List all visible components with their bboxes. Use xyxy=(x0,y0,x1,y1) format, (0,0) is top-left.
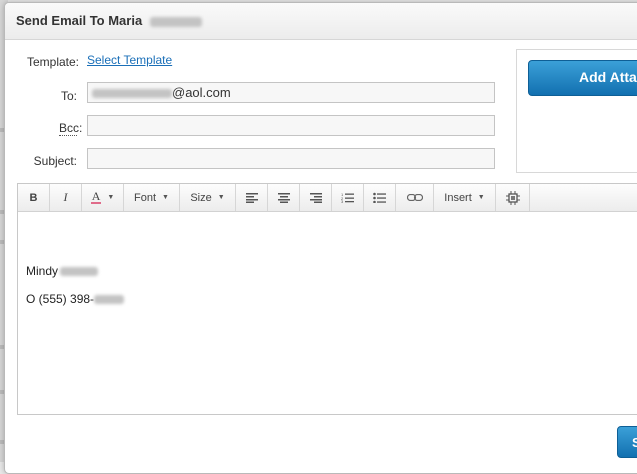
dialog-title: Send Email To Maria xyxy=(16,13,202,28)
select-template-link[interactable]: Select Template xyxy=(87,53,172,67)
to-label: To: xyxy=(60,89,77,103)
italic-icon: I xyxy=(63,190,68,204)
signature-name: Mindy xyxy=(26,264,59,278)
subject-field[interactable] xyxy=(87,148,495,169)
font-dropdown[interactable]: Font ▼ xyxy=(124,184,180,211)
redacted-phone-digits xyxy=(94,295,125,305)
insert-link-button[interactable] xyxy=(396,184,434,211)
align-right-icon xyxy=(309,192,322,203)
subject-label: Subject: xyxy=(33,154,77,168)
rich-text-editor: B I A ▼ Font ▼ Size ▼ 1 2 3 Insert ▼ Min… xyxy=(17,183,637,415)
link-icon xyxy=(406,194,423,201)
ordered-list-button[interactable]: 123 xyxy=(332,184,364,211)
source-icon xyxy=(505,190,520,205)
send-email-dialog: Send Email To Maria Template: Select Tem… xyxy=(4,2,637,474)
signature-phone-line: O (555) 398- xyxy=(26,292,125,306)
chevron-down-icon: ▼ xyxy=(477,194,485,201)
editor-toolbar: B I A ▼ Font ▼ Size ▼ 1 2 3 Insert ▼ xyxy=(18,184,637,212)
ordered-list-icon: 123 xyxy=(341,192,354,203)
align-right-button[interactable] xyxy=(300,184,332,211)
redacted-recipient-name xyxy=(149,16,202,27)
size-dropdown-label: Size xyxy=(190,191,212,204)
redacted-email-user xyxy=(92,89,172,99)
italic-button[interactable]: I xyxy=(50,184,82,211)
bcc-field[interactable] xyxy=(87,115,495,136)
svg-text:3: 3 xyxy=(341,199,344,203)
insert-dropdown-label: Insert xyxy=(444,191,472,204)
to-field-domain: @aol.com xyxy=(172,85,231,100)
unordered-list-button[interactable] xyxy=(364,184,396,211)
align-center-icon xyxy=(277,192,290,203)
to-field[interactable]: @aol.com xyxy=(87,82,495,103)
unordered-list-icon xyxy=(373,192,386,203)
source-button[interactable] xyxy=(496,184,530,211)
add-attachment-button[interactable]: Add Attac xyxy=(528,60,637,96)
chevron-down-icon: ▼ xyxy=(107,194,115,201)
text-color-button[interactable]: A ▼ xyxy=(82,184,124,211)
dialog-title-text: Send Email To Maria xyxy=(16,13,143,28)
bold-button[interactable]: B xyxy=(18,184,50,211)
align-left-button[interactable] xyxy=(236,184,268,211)
redacted-surname xyxy=(60,267,99,277)
font-dropdown-label: Font xyxy=(134,191,157,204)
chevron-down-icon: ▼ xyxy=(217,194,225,201)
size-dropdown[interactable]: Size ▼ xyxy=(180,184,236,211)
signature-name-line: Mindy xyxy=(26,264,99,278)
chevron-down-icon: ▼ xyxy=(162,194,169,201)
attachments-panel: Add Attac xyxy=(516,49,637,173)
align-left-icon xyxy=(245,192,258,203)
send-button[interactable]: S xyxy=(617,426,637,458)
dialog-header: Send Email To Maria xyxy=(5,3,637,40)
bold-icon: B xyxy=(29,191,38,204)
template-label: Template: xyxy=(26,55,79,69)
align-center-button[interactable] xyxy=(268,184,300,211)
bcc-label[interactable]: Bcc: xyxy=(59,121,82,136)
signature-phone: O (555) 398- xyxy=(26,292,95,306)
insert-dropdown[interactable]: Insert ▼ xyxy=(434,184,496,211)
text-color-icon: A xyxy=(90,189,102,204)
